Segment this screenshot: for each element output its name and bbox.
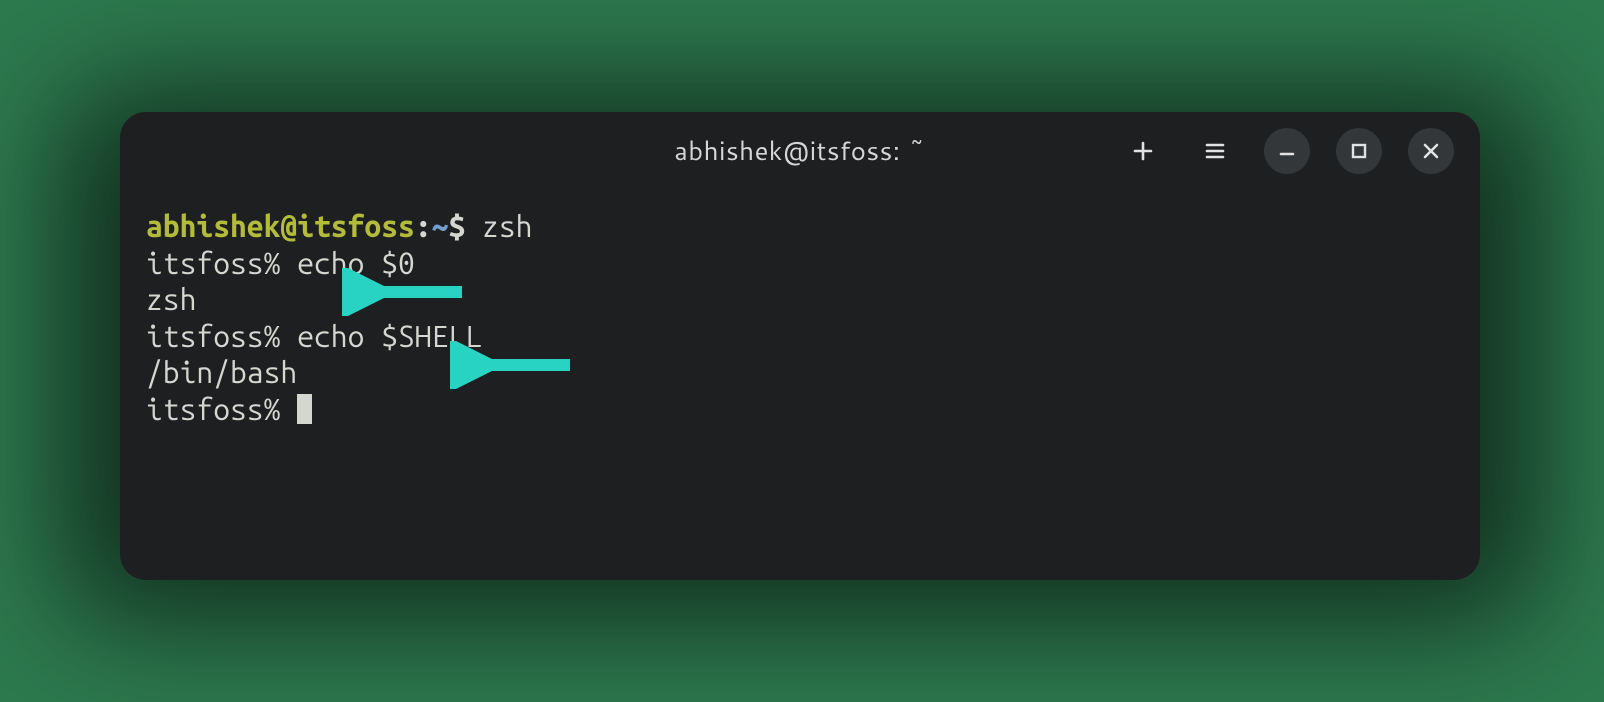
close-button[interactable] — [1408, 128, 1454, 174]
hamburger-icon — [1204, 140, 1226, 162]
maximize-button[interactable] — [1336, 128, 1382, 174]
output-bin-bash: /bin/bash — [146, 355, 297, 389]
close-icon — [1419, 139, 1443, 163]
bash-prompt-dollar: $ — [448, 209, 465, 243]
plus-icon — [1132, 140, 1154, 162]
bash-prompt-userhost: abhishek@itsfoss — [146, 209, 415, 243]
zsh-prompt-3: itsfoss% — [146, 392, 297, 426]
menu-button[interactable] — [1192, 128, 1238, 174]
command-echo-0: echo $0 — [297, 246, 415, 280]
window-title: abhishek@itsfoss: ~ — [674, 133, 925, 169]
titlebar[interactable]: abhishek@itsfoss: ~ — [120, 112, 1480, 190]
minimize-button[interactable] — [1264, 128, 1310, 174]
zsh-prompt-1: itsfoss% — [146, 246, 297, 280]
bash-prompt-separator: : — [415, 209, 432, 243]
terminal-body[interactable]: abhishek@itsfoss:~$ zsh itsfoss% echo $0… — [120, 190, 1480, 464]
command-echo-shell: echo $SHELL — [297, 319, 482, 353]
output-zsh: zsh — [146, 282, 196, 316]
zsh-prompt-2: itsfoss% — [146, 319, 297, 353]
new-tab-button[interactable] — [1120, 128, 1166, 174]
maximize-icon — [1347, 139, 1371, 163]
command-zsh: zsh — [465, 209, 532, 243]
minimize-icon — [1275, 139, 1299, 163]
titlebar-controls — [1120, 112, 1454, 190]
bash-prompt-path: ~ — [432, 209, 449, 243]
cursor-block — [297, 394, 312, 424]
terminal-window: abhishek@itsfoss: ~ — [120, 112, 1480, 580]
